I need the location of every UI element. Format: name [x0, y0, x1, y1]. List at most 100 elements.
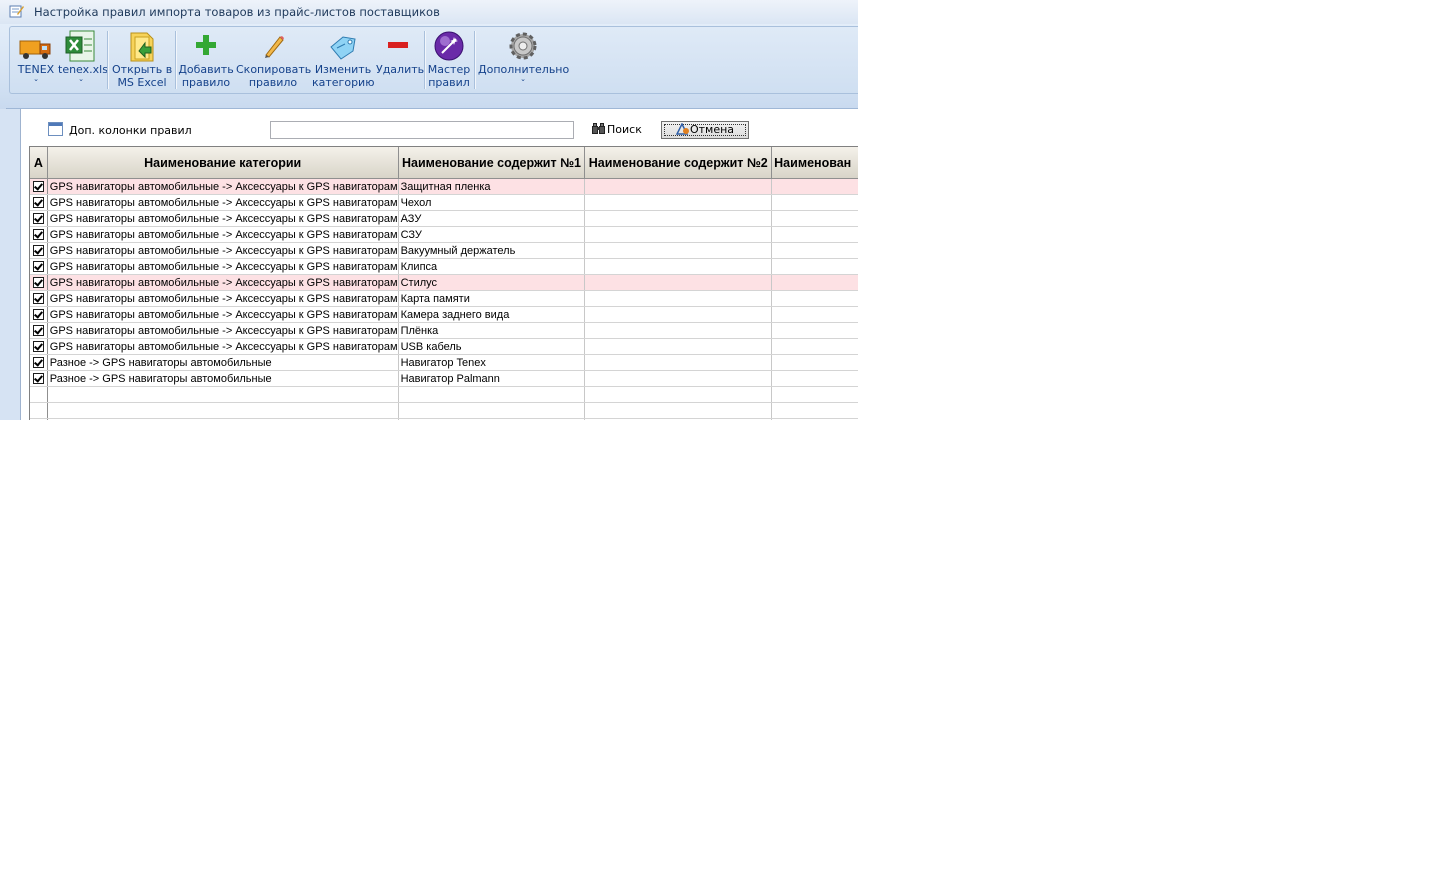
row-active-checkbox[interactable] [32, 229, 44, 241]
contains-2-cell[interactable] [584, 242, 773, 259]
contains-3-cell[interactable] [771, 258, 858, 275]
contains-1-cell[interactable]: АЗУ [398, 210, 586, 227]
table-row[interactable] [30, 418, 858, 420]
column-header-contains-3[interactable]: Наименован [771, 147, 858, 179]
add-rule-button[interactable]: Добавить правило [178, 27, 234, 91]
row-active-cell[interactable] [30, 370, 48, 387]
category-cell[interactable]: Разное -> GPS навигаторы автомобильные [47, 370, 399, 387]
contains-2-cell[interactable] [584, 354, 773, 371]
row-active-checkbox[interactable] [32, 293, 44, 305]
row-active-cell[interactable] [30, 290, 48, 307]
row-active-cell[interactable] [30, 322, 48, 339]
contains-3-cell[interactable] [771, 370, 858, 387]
contains-1-cell[interactable] [398, 386, 586, 403]
contains-1-cell[interactable] [398, 402, 586, 419]
row-active-cell[interactable] [30, 418, 48, 420]
row-active-cell[interactable] [30, 306, 48, 323]
search-button[interactable]: Поиск [592, 123, 642, 136]
row-active-checkbox[interactable] [32, 213, 44, 225]
contains-1-cell[interactable]: USB кабель [398, 338, 586, 355]
row-active-cell[interactable] [30, 210, 48, 227]
contains-1-cell[interactable]: Камера заднего вида [398, 306, 586, 323]
contains-2-cell[interactable] [584, 274, 773, 291]
extra-columns-button[interactable]: Доп. колонки правил [48, 122, 192, 137]
column-header-contains-1[interactable]: Наименование содержит №1 [398, 147, 586, 179]
row-active-checkbox[interactable] [32, 341, 44, 353]
row-active-checkbox[interactable] [32, 357, 44, 369]
row-active-cell[interactable] [30, 242, 48, 259]
row-active-checkbox[interactable] [32, 181, 44, 193]
column-header-category[interactable]: Наименование категории [47, 147, 399, 179]
rules-wizard-button[interactable]: Мастер правил [427, 27, 471, 91]
contains-2-cell[interactable] [584, 306, 773, 323]
category-cell[interactable]: GPS навигаторы автомобильные -> Аксессуа… [47, 290, 399, 307]
row-active-cell[interactable] [30, 274, 48, 291]
copy-rule-button[interactable]: Скопировать правило [236, 27, 311, 91]
category-cell[interactable] [47, 418, 399, 420]
contains-2-cell[interactable] [584, 290, 773, 307]
tenex-button[interactable]: TENEX ⌄ [16, 27, 56, 91]
contains-2-cell[interactable] [584, 226, 773, 243]
category-cell[interactable] [47, 402, 399, 419]
open-in-excel-button[interactable]: Открыть в MS Excel [112, 27, 172, 91]
contains-1-cell[interactable]: Навигатор Tenex [398, 354, 586, 371]
table-row[interactable]: Разное -> GPS навигаторы автомобильные На… [30, 370, 858, 387]
contains-1-cell[interactable]: Клипса [398, 258, 586, 275]
row-active-cell[interactable] [30, 226, 48, 243]
contains-1-cell[interactable]: СЗУ [398, 226, 586, 243]
contains-2-cell[interactable] [584, 338, 773, 355]
row-active-cell[interactable] [30, 194, 48, 211]
contains-3-cell[interactable] [771, 242, 858, 259]
contains-3-cell[interactable] [771, 386, 858, 403]
contains-1-cell[interactable]: Защитная пленка [398, 178, 586, 195]
contains-3-cell[interactable] [771, 274, 858, 291]
contains-2-cell[interactable] [584, 258, 773, 275]
contains-1-cell[interactable]: Карта памяти [398, 290, 586, 307]
row-active-checkbox[interactable] [32, 325, 44, 337]
table-row[interactable]: GPS навигаторы автомобильные -> Аксессуа… [30, 306, 858, 323]
category-cell[interactable]: GPS навигаторы автомобильные -> Аксессуа… [47, 338, 399, 355]
table-row[interactable]: GPS навигаторы автомобильные -> Аксессуа… [30, 338, 858, 355]
category-cell[interactable]: GPS навигаторы автомобильные -> Аксессуа… [47, 210, 399, 227]
column-header-active[interactable]: A [30, 147, 48, 179]
table-row[interactable]: GPS навигаторы автомобильные -> Аксессуа… [30, 290, 858, 307]
contains-3-cell[interactable] [771, 194, 858, 211]
contains-3-cell[interactable] [771, 290, 858, 307]
row-active-checkbox[interactable] [32, 197, 44, 209]
additional-button[interactable]: Дополнительно ⌄ [478, 27, 569, 91]
row-active-cell[interactable] [30, 178, 48, 195]
category-cell[interactable]: GPS навигаторы автомобильные -> Аксессуа… [47, 322, 399, 339]
contains-2-cell[interactable] [584, 194, 773, 211]
contains-3-cell[interactable] [771, 322, 858, 339]
table-row[interactable]: GPS навигаторы автомобильные -> Аксессуа… [30, 242, 858, 259]
contains-2-cell[interactable] [584, 370, 773, 387]
table-row[interactable]: GPS навигаторы автомобильные -> Аксессуа… [30, 178, 858, 195]
row-active-checkbox[interactable] [32, 277, 44, 289]
contains-2-cell[interactable] [584, 386, 773, 403]
contains-1-cell[interactable]: Вакуумный держатель [398, 242, 586, 259]
contains-3-cell[interactable] [771, 402, 858, 419]
contains-3-cell[interactable] [771, 226, 858, 243]
change-category-button[interactable]: Изменить категорию [312, 27, 374, 91]
row-active-cell[interactable] [30, 386, 48, 403]
contains-2-cell[interactable] [584, 210, 773, 227]
contains-1-cell[interactable]: Стилус [398, 274, 586, 291]
contains-3-cell[interactable] [771, 178, 858, 195]
category-cell[interactable]: GPS навигаторы автомобильные -> Аксессуа… [47, 306, 399, 323]
category-cell[interactable] [47, 386, 399, 403]
contains-3-cell[interactable] [771, 210, 858, 227]
category-cell[interactable]: Разное -> GPS навигаторы автомобильные [47, 354, 399, 371]
table-row[interactable]: GPS навигаторы автомобильные -> Аксессуа… [30, 322, 858, 339]
row-active-cell[interactable] [30, 338, 48, 355]
contains-2-cell[interactable] [584, 178, 773, 195]
search-input[interactable] [270, 121, 574, 139]
row-active-cell[interactable] [30, 258, 48, 275]
table-row[interactable] [30, 402, 858, 419]
row-active-cell[interactable] [30, 402, 48, 419]
cancel-button[interactable]: Отмена [661, 121, 749, 139]
contains-1-cell[interactable]: Навигатор Palmann [398, 370, 586, 387]
contains-2-cell[interactable] [584, 418, 773, 420]
row-active-checkbox[interactable] [32, 373, 44, 385]
category-cell[interactable]: GPS навигаторы автомобильные -> Аксессуа… [47, 274, 399, 291]
row-active-checkbox[interactable] [32, 261, 44, 273]
